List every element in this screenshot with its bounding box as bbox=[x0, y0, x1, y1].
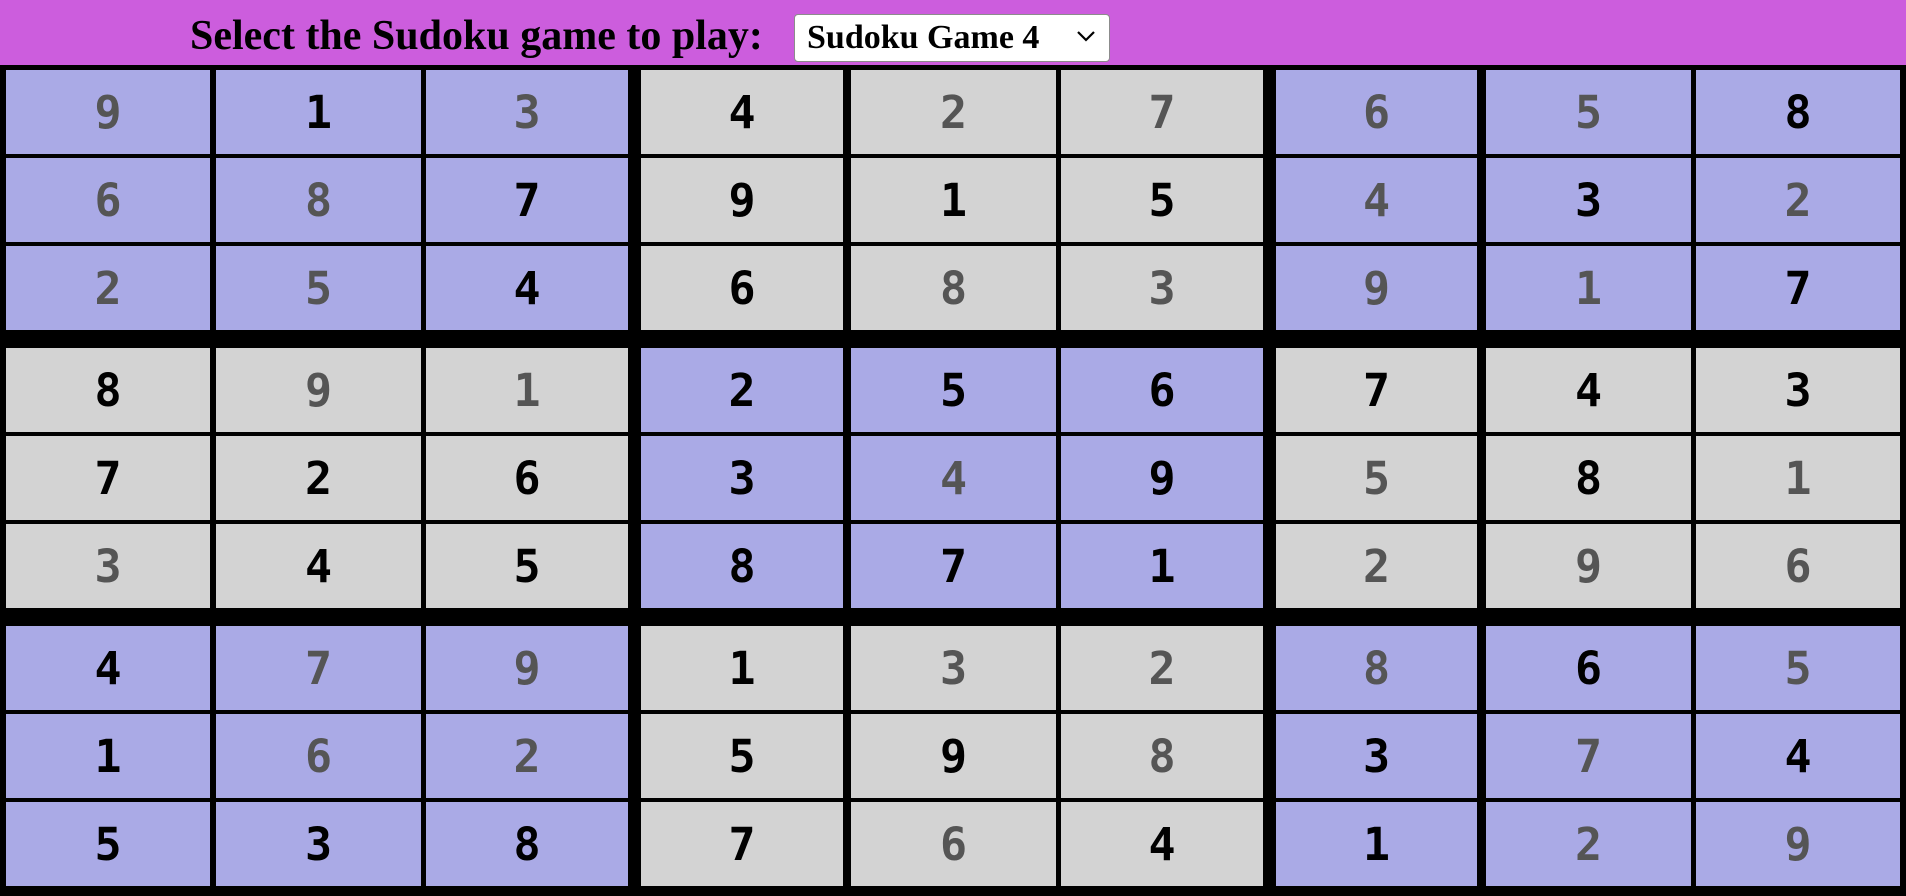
sudoku-cell[interactable]: 2 bbox=[1061, 626, 1263, 710]
sudoku-cell[interactable]: 7 bbox=[426, 158, 628, 242]
sudoku-cell[interactable]: 5 bbox=[6, 802, 210, 886]
sudoku-cell[interactable]: 7 bbox=[216, 626, 421, 710]
sudoku-cell[interactable]: 9 bbox=[1276, 246, 1477, 330]
sudoku-cell[interactable]: 1 bbox=[1276, 802, 1477, 886]
sudoku-cell[interactable]: 5 bbox=[216, 246, 421, 330]
sudoku-cell[interactable]: 3 bbox=[1696, 348, 1900, 432]
sudoku-cell[interactable]: 1 bbox=[1061, 524, 1263, 608]
sudoku-board: 9134276586879154322546839178912567437263… bbox=[0, 65, 1906, 896]
sudoku-cell[interactable]: 1 bbox=[851, 158, 1056, 242]
sudoku-cell[interactable]: 6 bbox=[6, 158, 210, 242]
sudoku-cell[interactable]: 9 bbox=[851, 714, 1056, 798]
sudoku-cell[interactable]: 2 bbox=[216, 436, 421, 520]
sudoku-cell[interactable]: 4 bbox=[6, 626, 210, 710]
sudoku-cell[interactable]: 1 bbox=[1696, 436, 1900, 520]
header-bar: Select the Sudoku game to play: Sudoku G… bbox=[0, 0, 1906, 65]
sudoku-cell[interactable]: 6 bbox=[851, 802, 1056, 886]
sudoku-cell[interactable]: 4 bbox=[851, 436, 1056, 520]
sudoku-cell[interactable]: 6 bbox=[1486, 626, 1691, 710]
sudoku-cell[interactable]: 8 bbox=[1061, 714, 1263, 798]
game-select-dropdown[interactable]: Sudoku Game 4 bbox=[794, 14, 1110, 62]
sudoku-cell[interactable]: 1 bbox=[1486, 246, 1691, 330]
sudoku-cell[interactable]: 5 bbox=[1276, 436, 1477, 520]
sudoku-cell[interactable]: 4 bbox=[426, 246, 628, 330]
sudoku-cell[interactable]: 1 bbox=[426, 348, 628, 432]
sudoku-cell[interactable]: 4 bbox=[641, 70, 843, 154]
sudoku-cell[interactable]: 2 bbox=[851, 70, 1056, 154]
sudoku-cell[interactable]: 6 bbox=[1276, 70, 1477, 154]
sudoku-cell[interactable]: 3 bbox=[6, 524, 210, 608]
sudoku-cell[interactable]: 1 bbox=[641, 626, 843, 710]
sudoku-cell[interactable]: 8 bbox=[1696, 70, 1900, 154]
sudoku-cell[interactable]: 6 bbox=[641, 246, 843, 330]
sudoku-cell[interactable]: 8 bbox=[426, 802, 628, 886]
sudoku-cell[interactable]: 5 bbox=[851, 348, 1056, 432]
sudoku-cell[interactable]: 3 bbox=[216, 802, 421, 886]
sudoku-cell[interactable]: 5 bbox=[1486, 70, 1691, 154]
sudoku-cell[interactable]: 6 bbox=[216, 714, 421, 798]
sudoku-cell[interactable]: 7 bbox=[1486, 714, 1691, 798]
sudoku-cell[interactable]: 6 bbox=[426, 436, 628, 520]
sudoku-cell[interactable]: 9 bbox=[426, 626, 628, 710]
sudoku-cell[interactable]: 2 bbox=[426, 714, 628, 798]
sudoku-cell[interactable]: 7 bbox=[851, 524, 1056, 608]
sudoku-cell[interactable]: 8 bbox=[1276, 626, 1477, 710]
sudoku-cell[interactable]: 3 bbox=[1486, 158, 1691, 242]
sudoku-cell[interactable]: 1 bbox=[6, 714, 210, 798]
sudoku-cell[interactable]: 6 bbox=[1061, 348, 1263, 432]
sudoku-cell[interactable]: 8 bbox=[641, 524, 843, 608]
game-select-prompt: Select the Sudoku game to play: bbox=[190, 13, 763, 59]
chevron-down-icon bbox=[1077, 31, 1095, 42]
sudoku-cell[interactable]: 8 bbox=[851, 246, 1056, 330]
sudoku-cell[interactable]: 9 bbox=[641, 158, 843, 242]
sudoku-cell[interactable]: 6 bbox=[1696, 524, 1900, 608]
sudoku-cell[interactable]: 3 bbox=[1276, 714, 1477, 798]
sudoku-cell[interactable]: 9 bbox=[1061, 436, 1263, 520]
sudoku-cell[interactable]: 9 bbox=[6, 70, 210, 154]
sudoku-cell[interactable]: 2 bbox=[1696, 158, 1900, 242]
sudoku-cell[interactable]: 2 bbox=[1276, 524, 1477, 608]
sudoku-cell[interactable]: 4 bbox=[216, 524, 421, 608]
sudoku-cell[interactable]: 4 bbox=[1276, 158, 1477, 242]
sudoku-cell[interactable]: 8 bbox=[1486, 436, 1691, 520]
sudoku-cell[interactable]: 3 bbox=[426, 70, 628, 154]
sudoku-cell[interactable]: 9 bbox=[1486, 524, 1691, 608]
sudoku-cell[interactable]: 4 bbox=[1486, 348, 1691, 432]
sudoku-cell[interactable]: 7 bbox=[6, 436, 210, 520]
sudoku-cell[interactable]: 3 bbox=[641, 436, 843, 520]
game-select-value: Sudoku Game 4 bbox=[807, 19, 1040, 56]
sudoku-cell[interactable]: 8 bbox=[6, 348, 210, 432]
sudoku-cell[interactable]: 2 bbox=[6, 246, 210, 330]
sudoku-cell[interactable]: 5 bbox=[1061, 158, 1263, 242]
sudoku-cell[interactable]: 7 bbox=[1061, 70, 1263, 154]
sudoku-cell[interactable]: 8 bbox=[216, 158, 421, 242]
sudoku-cell[interactable]: 2 bbox=[1486, 802, 1691, 886]
sudoku-cell[interactable]: 7 bbox=[641, 802, 843, 886]
sudoku-cell[interactable]: 4 bbox=[1061, 802, 1263, 886]
sudoku-cell[interactable]: 9 bbox=[216, 348, 421, 432]
sudoku-cell[interactable]: 9 bbox=[1696, 802, 1900, 886]
sudoku-cell[interactable]: 3 bbox=[851, 626, 1056, 710]
sudoku-cell[interactable]: 7 bbox=[1276, 348, 1477, 432]
sudoku-cell[interactable]: 2 bbox=[641, 348, 843, 432]
sudoku-cell[interactable]: 3 bbox=[1061, 246, 1263, 330]
sudoku-cell[interactable]: 1 bbox=[216, 70, 421, 154]
sudoku-cell[interactable]: 5 bbox=[1696, 626, 1900, 710]
sudoku-cell[interactable]: 7 bbox=[1696, 246, 1900, 330]
sudoku-cell[interactable]: 5 bbox=[426, 524, 628, 608]
sudoku-cell[interactable]: 5 bbox=[641, 714, 843, 798]
sudoku-cell[interactable]: 4 bbox=[1696, 714, 1900, 798]
